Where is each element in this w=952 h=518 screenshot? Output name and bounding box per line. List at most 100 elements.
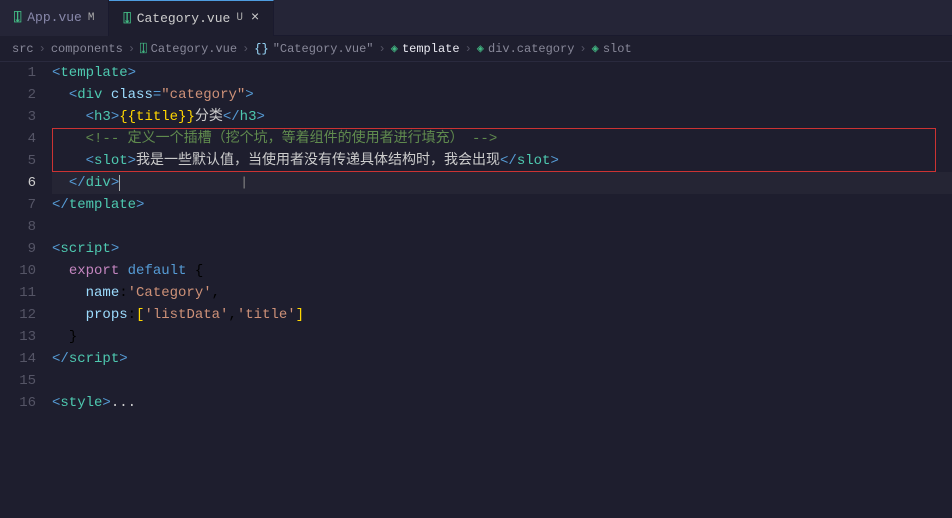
- tagname-div-close: div: [86, 172, 111, 194]
- line-num-1: 1: [16, 62, 36, 84]
- breadcrumb-sep-2: ›: [128, 42, 135, 56]
- tag-open-1: <: [52, 62, 60, 84]
- line-num-8: 8: [16, 216, 36, 238]
- tag-close-2: >: [245, 84, 253, 106]
- tag-open-3: <: [86, 106, 94, 128]
- prop-val-11: 'Category': [128, 282, 212, 304]
- tag-open-2: <: [69, 84, 77, 106]
- code-line-9: <script>: [52, 238, 952, 260]
- breadcrumb: src › components › ⍗ Category.vue › {} "…: [0, 36, 952, 62]
- text-cursor: [119, 175, 120, 191]
- code-line-6: </div> |: [52, 172, 952, 194]
- indent-2: [52, 84, 69, 106]
- tab-modified-app-vue: M: [88, 12, 95, 24]
- breadcrumb-file: Category.vue: [151, 42, 237, 56]
- line-num-10: 10: [16, 260, 36, 282]
- tag-open-style: <: [52, 392, 60, 414]
- eq-2: =: [153, 84, 161, 106]
- tagname-3: h3: [94, 106, 111, 128]
- indent-10: [52, 260, 69, 282]
- tag-gt-slot: >: [128, 150, 136, 172]
- code-line-11: name:'Category',: [52, 282, 952, 304]
- tag-open-script: <: [52, 238, 60, 260]
- tag-close-script: </: [52, 348, 69, 370]
- style-ellipsis: ...: [111, 392, 136, 414]
- tag-close-template: </: [52, 194, 69, 216]
- line-num-2: 2: [16, 84, 36, 106]
- code-line-10: export default {: [52, 260, 952, 282]
- code-area: 1 2 3 4 5 6 7 8 9 10 11 12 13 14 15 16: [0, 62, 952, 518]
- code-line-12: props:['listData','title']: [52, 304, 952, 326]
- breadcrumb-slot: slot: [603, 42, 632, 56]
- interp-3: {{title}}: [119, 106, 195, 128]
- tagname-1: template: [60, 62, 127, 84]
- tag-gt-template-close: >: [136, 194, 144, 216]
- prop-name-12: props: [86, 304, 128, 326]
- breadcrumb-template: template: [402, 42, 460, 56]
- code-line-1: <template>: [52, 62, 952, 84]
- tag-close-1: >: [128, 62, 136, 84]
- text-10: {: [186, 260, 203, 282]
- line-num-11: 11: [16, 282, 36, 304]
- tagname-style: style: [60, 392, 102, 414]
- line-num-4: 4: [16, 128, 36, 150]
- tab-modified-category-vue: U: [236, 12, 243, 24]
- breadcrumb-category-name: "Category.vue": [273, 42, 374, 56]
- tagname-3b: h3: [240, 106, 257, 128]
- tab-close-button[interactable]: ×: [251, 10, 259, 26]
- code-line-3: <h3>{{title}}分类</h3>: [52, 106, 952, 128]
- comma-12: ,: [228, 304, 236, 326]
- code-line-7: </template>: [52, 194, 952, 216]
- tagname-slot: slot: [94, 150, 128, 172]
- code-line-15: [52, 370, 952, 392]
- tag-open-slot: <: [86, 150, 94, 172]
- tag-close-h3: </: [223, 106, 240, 128]
- line-num-15: 15: [16, 370, 36, 392]
- tag-close-div: </: [69, 172, 86, 194]
- tab-label-category-vue: Category.vue: [137, 11, 231, 26]
- space-10: [119, 260, 127, 282]
- tab-app-vue[interactable]: ⍗ App.vue M: [0, 0, 109, 36]
- breadcrumb-src: src: [12, 42, 34, 56]
- app-container: ⍗ App.vue M ⍗ Category.vue U × src › com…: [0, 0, 952, 518]
- breadcrumb-template-icon: ◈: [391, 41, 398, 56]
- tab-label-app-vue: App.vue: [27, 10, 82, 25]
- colon-12: :: [128, 304, 136, 326]
- indent-4: [52, 128, 86, 150]
- code-line-2: <div class="category">: [52, 84, 952, 106]
- tag-close-slot: </: [500, 150, 517, 172]
- breadcrumb-div-category: div.category: [488, 42, 574, 56]
- text-13: }: [69, 326, 77, 348]
- indent-11: [52, 282, 86, 304]
- breadcrumb-sep-4: ›: [379, 42, 386, 56]
- attr-val-2: "category": [161, 84, 245, 106]
- tab-category-vue[interactable]: ⍗ Category.vue U ×: [109, 0, 274, 36]
- code-editor[interactable]: 1 2 3 4 5 6 7 8 9 10 11 12 13 14 15 16: [0, 62, 952, 518]
- vue-icon-2: ⍗: [123, 11, 130, 26]
- line-num-13: 13: [16, 326, 36, 348]
- code-line-5: <slot>我是一些默认值，当使用者没有传递具体结构时，我会出现</slot>: [52, 150, 952, 172]
- colon-11: :: [119, 282, 127, 304]
- line-num-5: 5: [16, 150, 36, 172]
- text-3: 分类: [195, 106, 223, 128]
- code-line-16: <style>...: [52, 392, 952, 414]
- line-num-14: 14: [16, 348, 36, 370]
- slot-default-text: 我是一些默认值，当使用者没有传递具体结构时，我会出现: [136, 150, 500, 172]
- tag-gt-div-close: >: [111, 172, 119, 194]
- indent-3: [52, 106, 86, 128]
- attr-class: class: [111, 84, 153, 106]
- breadcrumb-slot-icon: ◈: [592, 41, 599, 56]
- tag-gt-script: >: [111, 238, 119, 260]
- vue-icon: ⍗: [14, 10, 21, 25]
- tab-bar: ⍗ App.vue M ⍗ Category.vue U ×: [0, 0, 952, 36]
- tagname-slot-close: slot: [517, 150, 551, 172]
- code-line-8: [52, 216, 952, 238]
- line-num-16: 16: [16, 392, 36, 414]
- indent-5: [52, 150, 86, 172]
- breadcrumb-div-icon: ◈: [477, 41, 484, 56]
- breadcrumb-braces-icon: {}: [254, 42, 268, 56]
- tag-close-3: >: [111, 106, 119, 128]
- indent-13: [52, 326, 69, 348]
- breadcrumb-sep-5: ›: [465, 42, 472, 56]
- line-numbers: 1 2 3 4 5 6 7 8 9 10 11 12 13 14 15 16: [0, 62, 48, 518]
